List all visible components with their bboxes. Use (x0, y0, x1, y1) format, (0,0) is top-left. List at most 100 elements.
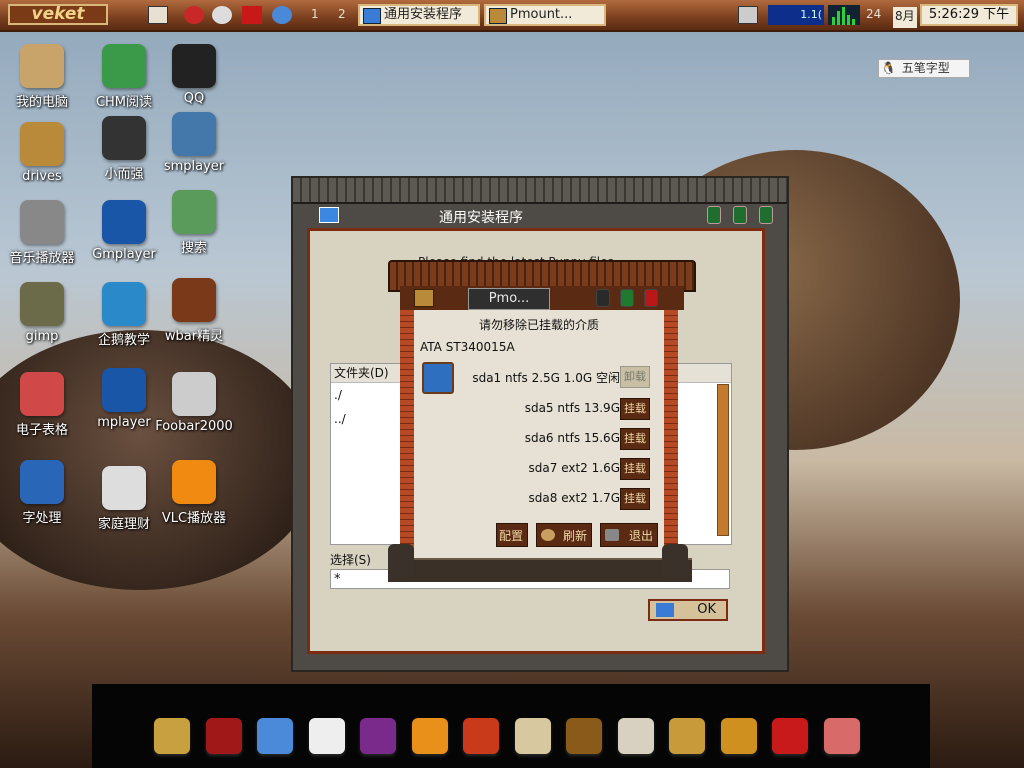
lantern-icon[interactable] (463, 718, 499, 754)
unmount-button[interactable]: 卸载 (620, 366, 650, 388)
quit-icon (605, 529, 619, 541)
speakers-icon (172, 372, 216, 416)
start-menu-button[interactable]: veket (8, 4, 108, 25)
ime-label: 五笔字型 (901, 61, 950, 75)
mount-button[interactable]: 挂载 (620, 428, 650, 450)
globe-icon[interactable] (257, 718, 293, 754)
chinese-app-icon[interactable] (184, 6, 204, 24)
close-lantern-icon[interactable] (759, 206, 773, 224)
desktop-icon[interactable]: 搜索 (152, 190, 236, 256)
cpu-graph (828, 5, 860, 25)
partition-info: sda1 ntfs 2.5G 1.0G 空闲 (472, 371, 620, 385)
search-icon (172, 190, 216, 234)
partition-info: sda6 ntfs 15.6G (524, 431, 620, 445)
desktop-1[interactable]: 1 (311, 7, 319, 28)
search-icon[interactable] (212, 6, 232, 24)
pmount-actions: 配置 刷新 退出 (494, 523, 664, 547)
painting-icon[interactable] (617, 718, 654, 754)
maximize-lantern-icon[interactable] (733, 206, 747, 224)
vlc-cone-icon (172, 460, 216, 504)
partition-info: sda5 ntfs 13.9G (524, 401, 620, 415)
window-titlebar[interactable]: 通用安装程序 (305, 204, 775, 226)
desktop-icon-label: 搜索 (180, 241, 207, 256)
pmount-titlebar[interactable]: Pmo... (400, 286, 684, 310)
stone-lion-right (662, 544, 688, 578)
desktop-icon[interactable]: drives (0, 122, 84, 184)
film-reel-icon (172, 112, 216, 156)
app-icon (172, 278, 216, 322)
window-title: 通用安装程序 (439, 210, 523, 226)
desktop-icon-label: wbar精灵 (164, 329, 224, 344)
scrollbar[interactable] (717, 384, 729, 536)
show-desktop-icon[interactable] (148, 6, 168, 24)
red-book-icon[interactable] (205, 718, 242, 754)
papers-icon[interactable] (308, 718, 345, 754)
minimize-lantern-icon[interactable] (596, 289, 610, 307)
minimize-lantern-icon[interactable] (707, 206, 721, 224)
close-lantern-icon[interactable] (644, 289, 658, 307)
window-icon (363, 8, 381, 24)
calculator-icon (102, 466, 146, 510)
task-pmount-label: Pmount... (510, 7, 573, 22)
home-icon (20, 44, 64, 88)
desktop-icon[interactable]: Foobar2000 (152, 372, 236, 434)
ok-button[interactable]: OK (648, 599, 728, 621)
maximize-lantern-icon[interactable] (620, 289, 634, 307)
fu-charm-icon[interactable] (772, 718, 808, 754)
desktop-icon[interactable]: 电子表格 (0, 372, 84, 438)
desktop-icon[interactable]: QQ (152, 44, 236, 106)
ok-label: OK (697, 602, 716, 617)
flag-icon[interactable] (242, 6, 262, 24)
keyboard-icon[interactable] (738, 6, 758, 24)
box-icon[interactable] (669, 718, 705, 754)
gimp-icon (20, 282, 64, 326)
purple-app-icon[interactable] (360, 718, 396, 754)
partition-row-sda1: sda1 ntfs 2.5G 1.0G 空闲 卸载 (414, 362, 664, 394)
stone-lion-left (388, 544, 414, 578)
taiji-icon[interactable] (720, 718, 757, 754)
window-icon (319, 207, 339, 223)
pillar-right (664, 310, 678, 572)
palette-icon[interactable] (411, 718, 448, 754)
abacus-icon[interactable] (566, 718, 602, 754)
select-label: 选择(S) (330, 553, 371, 567)
task-installer[interactable]: 通用安装程序 (358, 4, 480, 26)
desktop-2[interactable]: 2 (338, 7, 346, 28)
partition-info: sda7 ext2 1.6G (528, 461, 620, 475)
desktop-icon[interactable]: 音乐播放器 (0, 200, 84, 266)
desktop-icon[interactable]: smplayer (152, 112, 236, 174)
config-button[interactable]: 配置 (496, 523, 528, 547)
quit-button[interactable]: 退出 (600, 523, 658, 547)
mount-button[interactable]: 挂载 (620, 398, 650, 420)
speaker-icon (20, 200, 64, 244)
refresh-icon[interactable] (272, 6, 292, 24)
desktop-icon[interactable]: 字处理 (0, 460, 84, 526)
desktop-icon-label: 音乐播放器 (9, 251, 75, 266)
partition-row-sda8: sda8 ext2 1.7G 挂载 (414, 486, 664, 512)
clock[interactable]: 5:26:29 下午 (920, 4, 1018, 26)
desktop-icon-label: 字处理 (22, 511, 62, 526)
desktop-icon-label: QQ (183, 91, 205, 106)
desktop-icon-label: 电子表格 (15, 423, 68, 438)
scroll-icon[interactable] (514, 718, 551, 754)
top-taskbar: veket 1 2 通用安装程序 Pmount... 1.1( 24 8月 5:… (0, 0, 1024, 32)
ink-brush-icon[interactable] (823, 718, 860, 754)
ime-status-bar[interactable]: 🐧 五笔字型 (878, 59, 970, 78)
task-pmount[interactable]: Pmount... (484, 4, 606, 26)
pillar-left (400, 310, 414, 572)
partition-row-sda6: sda6 ntfs 15.6G 挂载 (414, 426, 664, 452)
pagoda-icon[interactable] (154, 718, 190, 754)
mount-button[interactable]: 挂载 (620, 488, 650, 510)
partition-info: sda8 ext2 1.7G (528, 491, 620, 505)
mounted-drive-icon[interactable] (422, 362, 454, 394)
desktop-icon-label: gimp (25, 329, 59, 344)
pmount-title: Pmo... (468, 288, 550, 310)
desktop-icon[interactable]: wbar精灵 (152, 278, 236, 344)
desktop-icon[interactable]: gimp (0, 282, 84, 344)
desktop-icon-label: smplayer (163, 159, 225, 174)
refresh-button[interactable]: 刷新 (536, 523, 592, 547)
cpu-badge: 24 (866, 7, 882, 21)
desktop-icon[interactable]: 我的电脑 (0, 44, 84, 110)
mount-button[interactable]: 挂载 (620, 458, 650, 480)
desktop-icon[interactable]: VLC播放器 (152, 460, 236, 526)
